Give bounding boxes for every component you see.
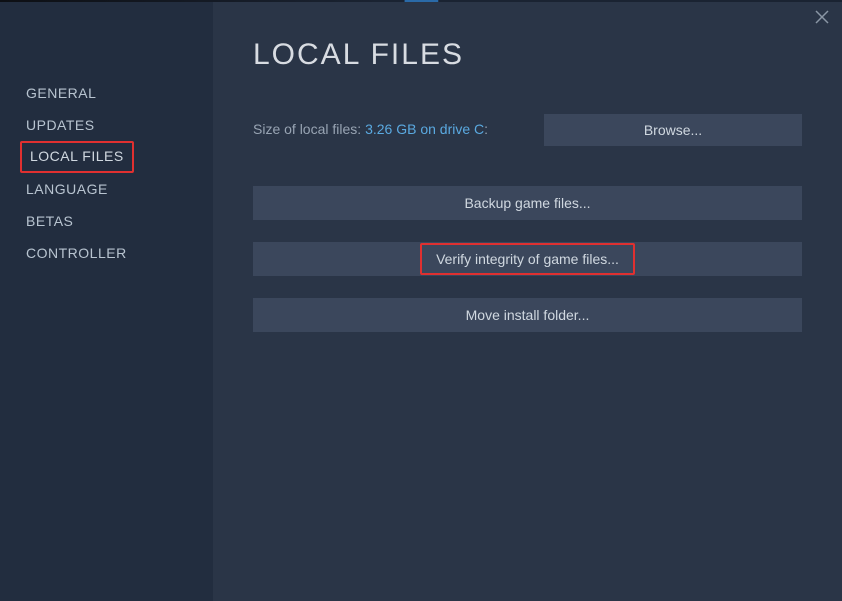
spacer [253, 146, 802, 186]
close-icon [815, 10, 829, 24]
browse-button[interactable]: Browse... [544, 114, 802, 146]
size-value: 3.26 GB on drive C [365, 121, 484, 137]
sidebar-item-controller[interactable]: CONTROLLER [0, 238, 153, 268]
size-text-block: Size of local files: 3.26 GB on drive C: [253, 121, 488, 139]
size-label: Size of local files: [253, 121, 365, 137]
main-panel: LOCAL FILES Size of local files: 3.26 GB… [213, 2, 842, 601]
close-button[interactable] [813, 8, 831, 26]
sidebar-item-local-files[interactable]: LOCAL FILES [30, 148, 124, 164]
sidebar-item-updates[interactable]: UPDATES [0, 110, 121, 140]
sidebar: GENERAL UPDATES LOCAL FILES LANGUAGE BET… [0, 2, 213, 601]
verify-integrity-highlight: Verify integrity of game files... [420, 243, 635, 275]
size-suffix: : [484, 121, 488, 137]
sidebar-item-local-files-highlight: LOCAL FILES [20, 141, 134, 173]
sidebar-item-betas[interactable]: BETAS [0, 206, 99, 236]
backup-game-files-button[interactable]: Backup game files... [253, 186, 802, 220]
sidebar-item-language[interactable]: LANGUAGE [0, 174, 134, 204]
page-title: LOCAL FILES [213, 2, 842, 72]
verify-integrity-button[interactable]: Verify integrity of game files... [253, 242, 802, 276]
content-area: Size of local files: 3.26 GB on drive C:… [213, 72, 842, 332]
main-container: GENERAL UPDATES LOCAL FILES LANGUAGE BET… [0, 2, 842, 601]
move-install-folder-button[interactable]: Move install folder... [253, 298, 802, 332]
size-row: Size of local files: 3.26 GB on drive C:… [253, 114, 802, 146]
sidebar-item-general[interactable]: GENERAL [0, 78, 122, 108]
